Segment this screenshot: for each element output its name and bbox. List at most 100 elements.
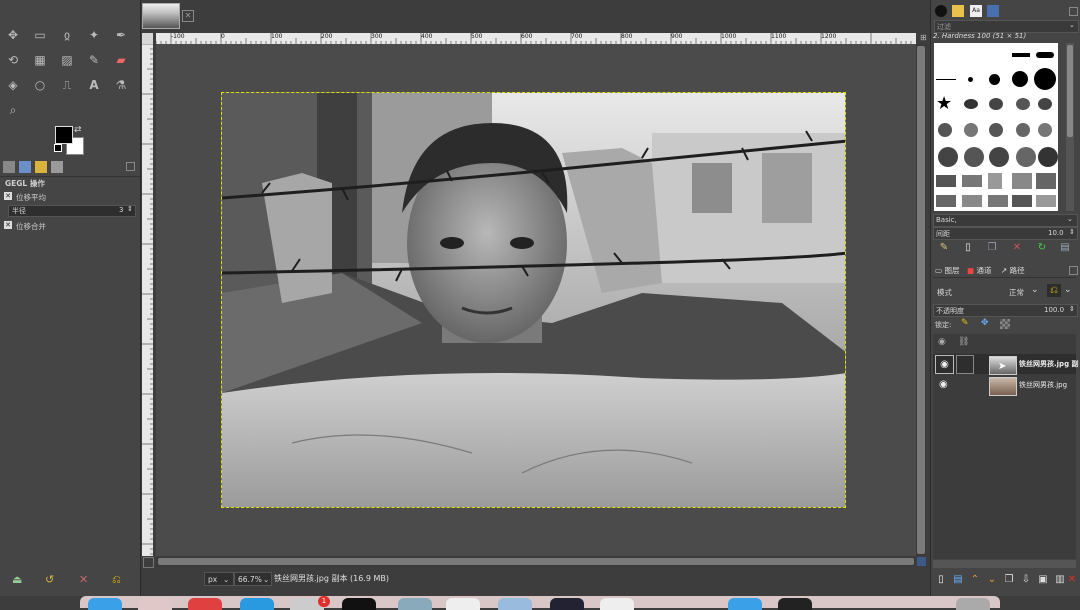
- brush-swatch[interactable]: [1016, 147, 1036, 167]
- brush-swatch[interactable]: [1038, 147, 1058, 167]
- brush-swatch[interactable]: [1012, 71, 1028, 87]
- brush-swatch[interactable]: [1012, 53, 1030, 57]
- image-tab-thumbnail[interactable]: [142, 3, 180, 29]
- layers-list[interactable]: ◉ ⛓ ◉ ➤ 铁丝网男孩.jpg 副 ◉ 铁丝网男孩.jpg: [933, 334, 1079, 559]
- horizontal-scrollbar-thumb[interactable]: [158, 558, 914, 565]
- brush-swatch[interactable]: [938, 147, 958, 167]
- layer-row[interactable]: ◉ 铁丝网男孩.jpg: [933, 375, 1076, 396]
- mode-select[interactable]: 正常 ⌄: [1005, 284, 1043, 298]
- brush-as-image-icon[interactable]: ▤: [1059, 242, 1071, 254]
- edit-brush-icon[interactable]: ✎: [938, 242, 950, 254]
- close-tab-icon[interactable]: ✕: [182, 10, 194, 22]
- brush-swatch[interactable]: [938, 123, 952, 137]
- layer-name[interactable]: 铁丝网男孩.jpg 副: [1019, 359, 1079, 369]
- app-icon[interactable]: [138, 598, 172, 610]
- gradient-tool-icon[interactable]: ▨: [58, 51, 76, 69]
- brush-swatch[interactable]: [989, 74, 1000, 85]
- brush-swatch[interactable]: [989, 123, 1003, 137]
- brush-preset-select[interactable]: Basic, ⌄: [933, 214, 1078, 227]
- default-colors-icon[interactable]: [54, 144, 62, 152]
- brush-swatch[interactable]: [936, 175, 956, 187]
- brushes-tab-icon[interactable]: [935, 5, 947, 17]
- add-mask-icon[interactable]: ▥: [1054, 574, 1066, 586]
- brush-swatch[interactable]: [964, 147, 984, 167]
- crop-tool-icon[interactable]: ▦: [31, 51, 49, 69]
- text-tool-icon[interactable]: A: [85, 76, 103, 94]
- app-icon[interactable]: [728, 598, 762, 610]
- brush-swatch[interactable]: [988, 173, 1002, 189]
- save-options-icon[interactable]: ⏏: [12, 573, 22, 586]
- eye-icon[interactable]: ◉: [935, 355, 954, 374]
- zoom-tool-icon[interactable]: ⌕: [4, 101, 22, 119]
- image-layer-boundary[interactable]: [221, 92, 846, 508]
- app-icon[interactable]: [398, 598, 432, 610]
- heal-tool-icon[interactable]: ○: [31, 76, 49, 94]
- brush-swatch[interactable]: [936, 195, 956, 207]
- chain-toggle[interactable]: [956, 355, 974, 374]
- raise-layer-icon[interactable]: ⌃: [969, 574, 981, 586]
- brush-swatch[interactable]: [962, 195, 982, 207]
- app-icon[interactable]: [188, 598, 222, 610]
- layer-row[interactable]: ◉ ➤ 铁丝网男孩.jpg 副: [933, 354, 1079, 375]
- brush-swatch[interactable]: [989, 147, 1009, 167]
- tab-channels[interactable]: ■ 通道: [967, 265, 991, 276]
- composite-mode-icon[interactable]: ⎌: [1047, 284, 1061, 297]
- tab-paths[interactable]: ↗ 路径: [1001, 265, 1025, 276]
- lock-pixels-icon[interactable]: ✎: [961, 318, 969, 328]
- new-layer-icon[interactable]: ▯: [935, 574, 947, 586]
- brush-swatch[interactable]: [1016, 123, 1030, 137]
- gegl-op1-checkbox[interactable]: ✕: [4, 192, 12, 200]
- app-icon[interactable]: [240, 598, 274, 610]
- add-mask-icon[interactable]: ▣: [1037, 574, 1049, 586]
- document-history-tab-icon[interactable]: [987, 5, 999, 17]
- app-icon[interactable]: [550, 598, 584, 610]
- reset-options-icon[interactable]: ⎌: [112, 573, 121, 587]
- lock-alpha-icon[interactable]: [1000, 319, 1010, 329]
- vertical-ruler[interactable]: [142, 44, 153, 556]
- brush-swatch[interactable]: [1038, 123, 1052, 137]
- fuzzy-select-tool-icon[interactable]: ✦: [85, 26, 103, 44]
- brush-scrollbar-thumb[interactable]: [1067, 45, 1073, 137]
- eraser-tool-icon[interactable]: ▰: [112, 51, 130, 69]
- rect-select-tool-icon[interactable]: ▭: [31, 26, 49, 44]
- brush-swatch[interactable]: [968, 77, 973, 82]
- brush-swatch[interactable]: [989, 98, 1003, 110]
- brush-spacing-spinbox[interactable]: 间距 10.0 ⇕: [933, 227, 1078, 240]
- brush-swatch[interactable]: [1036, 52, 1054, 58]
- spin-arrows-icon[interactable]: ⇕: [1069, 228, 1075, 236]
- opacity-spinbox[interactable]: 不透明度 100.0 ⇕: [933, 304, 1078, 317]
- finder-app-icon[interactable]: [88, 598, 122, 610]
- restore-options-icon[interactable]: ↺: [45, 573, 54, 586]
- brush-swatch[interactable]: [936, 79, 956, 80]
- app-icon[interactable]: [446, 598, 480, 610]
- brush-swatch[interactable]: [962, 175, 982, 187]
- delete-brush-icon[interactable]: ✕: [1011, 242, 1023, 254]
- duplicate-layer-icon[interactable]: ❐: [1003, 574, 1015, 586]
- lasso-tool-icon[interactable]: ჲ: [58, 26, 76, 44]
- foreground-color-swatch[interactable]: [55, 126, 73, 144]
- trash-icon[interactable]: [956, 598, 990, 610]
- bucket-fill-tool-icon[interactable]: ◈: [4, 76, 22, 94]
- quick-mask-toggle-icon[interactable]: [143, 557, 154, 568]
- zoom-select[interactable]: 66.7% ⌄: [234, 572, 272, 586]
- brush-swatch[interactable]: [1016, 98, 1030, 110]
- brush-swatch[interactable]: [1034, 68, 1056, 90]
- lower-layer-icon[interactable]: ⌄: [986, 574, 998, 586]
- terminal-app-icon[interactable]: [342, 598, 376, 610]
- tab-layers[interactable]: ▭ 图层: [935, 265, 959, 276]
- brush-swatch[interactable]: [964, 123, 978, 137]
- spin-arrows-icon[interactable]: ⇕: [1069, 305, 1075, 313]
- new-layer-group-icon[interactable]: ▤: [952, 574, 964, 586]
- brush-swatch[interactable]: [988, 195, 1008, 207]
- undo-history-tab-icon[interactable]: [35, 161, 47, 173]
- radius-spinbox[interactable]: 半径 3 ⇕: [8, 205, 136, 217]
- duplicate-brush-icon[interactable]: ❐: [986, 242, 998, 254]
- layers-scrollbar[interactable]: [933, 560, 1076, 568]
- merge-down-icon[interactable]: ⇩: [1020, 574, 1032, 586]
- brush-swatch[interactable]: [964, 99, 978, 109]
- delete-layer-icon[interactable]: ✕: [1066, 574, 1078, 586]
- configure-tab-icon[interactable]: [1069, 7, 1078, 16]
- layer-name[interactable]: 铁丝网男孩.jpg: [1019, 380, 1067, 390]
- configure-tab-icon[interactable]: [1069, 266, 1078, 275]
- lock-position-icon[interactable]: ✥: [981, 318, 989, 328]
